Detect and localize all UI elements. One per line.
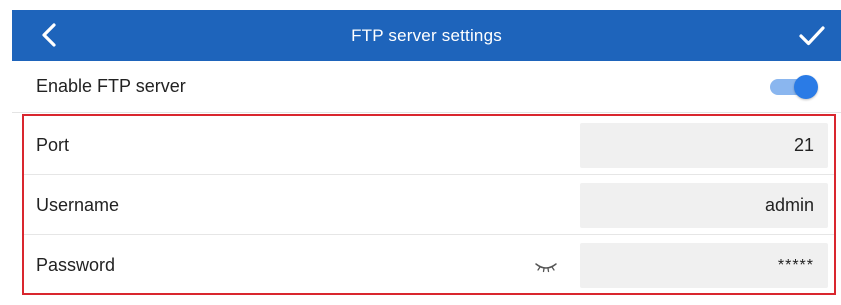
username-label: Username bbox=[36, 194, 120, 215]
port-input[interactable]: 21 bbox=[580, 123, 828, 168]
toggle-thumb bbox=[794, 75, 818, 99]
ftp-credentials-group: Port 21 Username admin Password ***** bbox=[22, 114, 836, 295]
username-input[interactable]: admin bbox=[580, 183, 828, 228]
port-row: Port 21 bbox=[24, 116, 834, 175]
chevron-left-icon[interactable] bbox=[36, 21, 64, 49]
username-row: Username admin bbox=[24, 176, 834, 235]
password-input[interactable]: ***** bbox=[580, 243, 828, 288]
check-icon[interactable] bbox=[797, 22, 827, 50]
enable-ftp-label: Enable FTP server bbox=[36, 76, 186, 96]
enable-ftp-row: Enable FTP server bbox=[12, 61, 841, 113]
app-bar: FTP server settings bbox=[12, 10, 841, 61]
port-label: Port bbox=[36, 134, 70, 155]
password-label: Password bbox=[36, 255, 116, 275]
ftp-settings-screen: FTP server settings Enable FTP server Po… bbox=[0, 0, 841, 305]
eye-closed-icon[interactable] bbox=[534, 256, 558, 274]
enable-ftp-toggle[interactable] bbox=[766, 75, 822, 99]
page-title: FTP server settings bbox=[351, 25, 502, 45]
password-row: Password ***** bbox=[24, 236, 834, 295]
